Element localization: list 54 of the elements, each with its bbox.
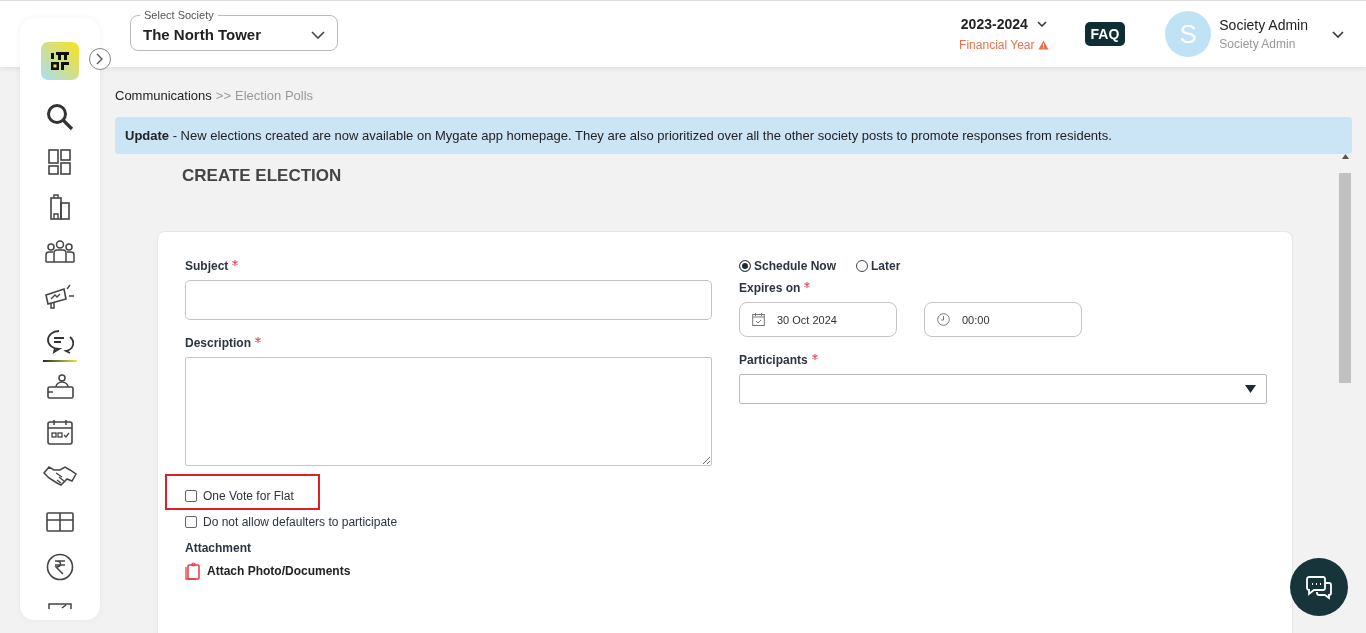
checkbox[interactable] [185,490,197,502]
faq-button[interactable]: FAQ [1084,22,1126,46]
update-notice: Update - New elections created are now available on Mygate app homepage. They are also prioritized over all the other society posts to promote responses from residents. [115,117,1352,154]
calendar-icon[interactable] [47,418,73,445]
chevron-right-icon [96,53,104,65]
search-icon[interactable] [46,102,74,131]
chat-bubbles-icon [1305,574,1333,600]
people-icon[interactable] [45,239,75,264]
attach-documents-link[interactable]: Attach Photo/Documents [207,564,351,578]
checkbox-label: Do not allow defaulters to participate [203,514,398,529]
app-logo-icon[interactable] [41,42,79,80]
field-label: Subject [185,259,229,273]
field-label: Attachment [185,541,252,555]
clock-icon [937,313,950,326]
time-picker[interactable]: 00:00 [924,302,1082,337]
document-icon[interactable] [48,603,72,609]
checkbox-label: One Vote for Flat [203,489,294,503]
user-role: Society Admin [1219,37,1297,51]
field-label: Participants [739,353,808,367]
financial-year-label: Financial Year [959,38,1035,52]
handshake-icon[interactable] [43,464,77,489]
financial-year-value[interactable]: 2023-2024 [960,16,1028,32]
clipboard-icon [185,562,201,580]
subject-input[interactable] [185,280,712,320]
radio-button[interactable] [739,260,751,272]
chevron-down-icon[interactable] [1036,21,1047,27]
chat-support-button[interactable] [1290,558,1348,616]
breadcrumb-current: Election Polls [235,88,314,103]
chat-icon[interactable] [46,328,74,355]
society-select-label: Select Society [143,9,215,21]
dropdown-arrow-icon [1245,385,1256,393]
megaphone-icon[interactable] [44,282,76,311]
breadcrumb-separator: >> [215,88,231,103]
breadcrumb-link[interactable]: Communications [115,88,212,103]
calendar-icon [752,313,765,326]
user-name: Society Admin [1219,17,1308,33]
society-select[interactable]: Select Society The North Tower [130,9,338,51]
building-icon[interactable] [49,193,71,220]
radio-label: Later [871,259,901,273]
rupee-coin-icon[interactable] [46,552,74,581]
chevron-down-icon [311,30,325,39]
radio-button[interactable] [856,260,868,272]
checkbox[interactable] [185,515,197,528]
box-icon[interactable] [46,510,74,533]
field-label: Expires on [739,281,801,295]
chevron-down-icon[interactable] [1332,30,1344,38]
field-label: Description [185,336,251,350]
radio-label: Schedule Now [754,259,836,273]
page-title: CREATE ELECTION [182,166,342,186]
dashboard-icon[interactable] [48,148,72,175]
warning-icon [1037,40,1049,50]
date-picker[interactable]: 30 Oct 2024 [739,302,897,337]
reception-desk-icon[interactable] [46,372,74,401]
scrollbar-thumb[interactable] [1339,173,1351,383]
